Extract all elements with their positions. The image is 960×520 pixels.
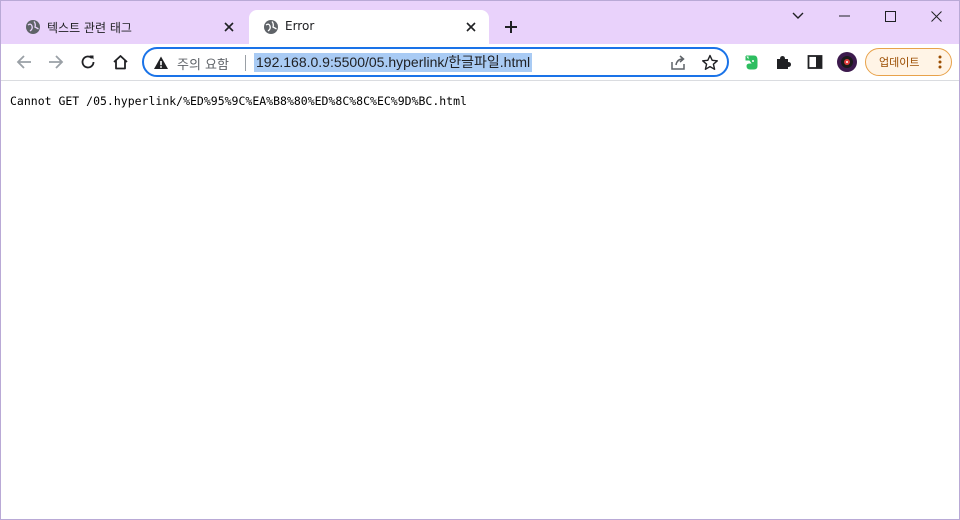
security-status-label[interactable]: 주의 요함 <box>177 54 229 73</box>
puzzle-icon <box>777 56 791 69</box>
more-menu-icon[interactable] <box>937 54 943 70</box>
close-tab-button[interactable] <box>461 17 481 37</box>
close-icon <box>930 10 942 22</box>
evernote-icon <box>745 55 758 70</box>
close-window-button[interactable] <box>913 1 959 31</box>
tab-title: 텍스트 관련 태그 <box>47 21 132 35</box>
browser-window: 텍스트 관련 태그 Error 주의 요함 192.168.0.9:5500/0… <box>0 0 960 520</box>
forward-button[interactable] <box>42 48 70 76</box>
tab-text-tags[interactable]: 텍스트 관련 태그 <box>11 10 247 44</box>
home-icon <box>112 55 128 70</box>
maximize-icon <box>884 10 896 22</box>
page-content: Cannot GET /05.hyperlink/%ED%95%9C%EA%B8… <box>1 82 959 519</box>
plus-icon <box>505 21 517 33</box>
globe-icon <box>26 20 40 34</box>
profile-button[interactable] <box>835 50 859 74</box>
evernote-extension-button[interactable] <box>739 50 763 74</box>
close-icon <box>466 22 476 32</box>
home-button[interactable] <box>106 48 134 76</box>
warning-icon[interactable] <box>153 55 169 71</box>
star-icon[interactable] <box>700 53 720 73</box>
chevron-down-icon <box>792 12 804 19</box>
reload-icon <box>81 55 95 69</box>
divider <box>245 55 246 71</box>
url-text[interactable]: 192.168.0.9:5500/05.hyperlink/한글파일.html <box>254 53 533 72</box>
tab-search-button[interactable] <box>775 1 821 31</box>
error-message: Cannot GET /05.hyperlink/%ED%95%9C%EA%B8… <box>10 94 467 108</box>
close-icon <box>224 22 234 32</box>
arrow-right-icon <box>49 55 64 69</box>
minimize-icon <box>838 15 850 17</box>
side-panel-button[interactable] <box>803 50 827 74</box>
tab-strip: 텍스트 관련 태그 Error <box>1 1 959 44</box>
update-label: 업데이트 <box>879 56 920 69</box>
update-button[interactable]: 업데이트 <box>865 48 952 76</box>
back-button[interactable] <box>10 48 38 76</box>
maximize-button[interactable] <box>867 1 913 31</box>
address-bar[interactable]: 주의 요함 192.168.0.9:5500/05.hyperlink/한글파일… <box>142 47 729 77</box>
side-panel-icon <box>807 55 823 69</box>
tab-title: Error <box>285 19 315 33</box>
share-icon[interactable] <box>668 53 688 73</box>
globe-icon <box>264 20 278 34</box>
new-tab-button[interactable] <box>499 15 523 39</box>
extensions-button[interactable] <box>771 50 795 74</box>
browser-toolbar: 주의 요함 192.168.0.9:5500/05.hyperlink/한글파일… <box>1 44 959 81</box>
close-tab-button[interactable] <box>219 17 239 37</box>
reload-button[interactable] <box>74 48 102 76</box>
minimize-button[interactable] <box>821 1 867 31</box>
avatar <box>837 52 857 72</box>
tab-error[interactable]: Error <box>249 10 489 44</box>
arrow-left-icon <box>16 55 31 69</box>
